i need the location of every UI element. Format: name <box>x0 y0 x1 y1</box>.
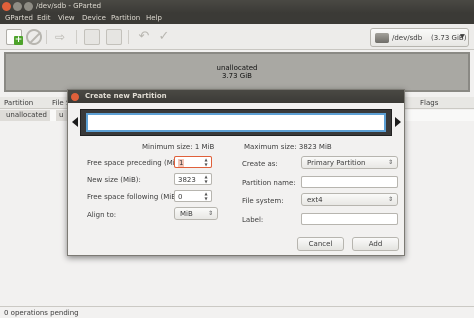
partition-resizer[interactable] <box>80 109 392 136</box>
toolbar-separator <box>46 30 47 44</box>
add-button[interactable]: Add <box>352 237 399 251</box>
disk-map[interactable]: unallocated 3.73 GiB <box>4 52 470 92</box>
window-maximize-button[interactable] <box>24 2 33 11</box>
device-selector[interactable]: /dev/sdb (3.73 GiB) ▼ <box>370 28 469 47</box>
device-name: /dev/sdb <box>392 34 423 42</box>
file-system-select[interactable]: ext4 ⇕ <box>301 193 398 206</box>
menu-device[interactable]: Device <box>82 13 106 24</box>
unallocated-label: unallocated <box>216 64 258 72</box>
menu-partition[interactable]: Partition <box>111 13 140 24</box>
delete-icon[interactable] <box>26 29 42 45</box>
menubar: GParted Edit View Device Partition Help <box>0 13 474 24</box>
partition-resizer-bar[interactable] <box>86 113 386 132</box>
window-close-button[interactable] <box>2 2 11 11</box>
undo-icon[interactable]: ↶ <box>136 29 152 45</box>
free-preceding-input[interactable]: 1 ▲ ▼ <box>174 156 212 168</box>
dialog-close-button[interactable] <box>71 93 79 101</box>
new-partition-icon[interactable] <box>6 29 23 45</box>
create-as-select[interactable]: Primary Partition ⇕ <box>301 156 398 169</box>
new-size-value: 3823 <box>178 176 196 184</box>
window-titlebar: /dev/sdb - GParted <box>0 0 474 13</box>
column-flags[interactable]: Flags <box>420 99 438 107</box>
dialog-titlebar: Create new Partition <box>68 90 404 103</box>
menu-edit[interactable]: Edit <box>37 13 51 24</box>
toolbar-separator <box>76 30 77 44</box>
menu-help[interactable]: Help <box>146 13 162 24</box>
status-text: 0 operations pending <box>4 309 79 317</box>
window-title: /dev/sdb - GParted <box>36 2 102 10</box>
create-partition-dialog: Create new Partition Minimum size: 1 MiB… <box>67 89 405 256</box>
apply-icon[interactable]: ✓ <box>156 29 172 45</box>
chevron-updown-icon: ⇕ <box>387 196 393 203</box>
free-preceding-value: 1 <box>178 159 185 167</box>
free-following-input[interactable]: 0 ▲ ▼ <box>174 190 212 202</box>
chevron-down-icon: ▼ <box>460 33 465 40</box>
disk-icon <box>375 33 389 43</box>
disk-map-label: unallocated 3.73 GiB <box>6 64 468 80</box>
left-resize-handle[interactable] <box>72 117 78 127</box>
column-partition[interactable]: Partition <box>4 99 33 107</box>
copy-icon[interactable] <box>84 29 100 45</box>
create-as-value: Primary Partition <box>307 159 366 167</box>
new-size-input[interactable]: 3823 ▲ ▼ <box>174 173 212 185</box>
unallocated-size: 3.73 GiB <box>222 72 252 80</box>
label-input[interactable] <box>301 213 398 225</box>
partition-name-label: Partition name: <box>242 179 296 187</box>
free-following-label: Free space following (MiB): <box>87 193 182 201</box>
align-to-label: Align to: <box>87 211 117 219</box>
paste-icon[interactable] <box>106 29 122 45</box>
cancel-button[interactable]: Cancel <box>297 237 344 251</box>
right-resize-handle[interactable] <box>395 117 401 127</box>
status-bar: 0 operations pending <box>0 306 474 318</box>
spin-arrows-icon[interactable]: ▲ ▼ <box>203 174 209 184</box>
partition-name-input[interactable] <box>301 176 398 188</box>
chevron-updown-icon: ⇕ <box>207 210 213 217</box>
new-size-label: New size (MiB): <box>87 176 141 184</box>
file-system-label: File system: <box>242 197 284 205</box>
window-minimize-button[interactable] <box>13 2 22 11</box>
spin-arrows-icon[interactable]: ▲ ▼ <box>203 157 209 167</box>
file-system-value: ext4 <box>307 196 323 204</box>
free-following-value: 0 <box>178 193 183 201</box>
align-to-select[interactable]: MiB ⇕ <box>174 207 218 220</box>
spin-arrows-icon[interactable]: ▲ ▼ <box>203 191 209 201</box>
free-preceding-label: Free space preceding (MiB): <box>87 159 185 167</box>
minimum-size-label: Minimum size: 1 MiB <box>142 143 215 151</box>
dialog-title: Create new Partition <box>85 92 167 100</box>
chevron-updown-icon: ⇕ <box>387 159 393 166</box>
maximum-size-label: Maximum size: 3823 MiB <box>244 143 332 151</box>
row-partition: unallocated <box>0 110 50 121</box>
align-to-value: MiB <box>180 210 193 218</box>
menu-gparted[interactable]: GParted <box>5 13 33 24</box>
label-label: Label: <box>242 216 264 224</box>
menu-view[interactable]: View <box>58 13 75 24</box>
toolbar-separator <box>128 30 129 44</box>
resize-icon[interactable]: ⇨ <box>52 29 68 45</box>
create-as-label: Create as: <box>242 160 278 168</box>
